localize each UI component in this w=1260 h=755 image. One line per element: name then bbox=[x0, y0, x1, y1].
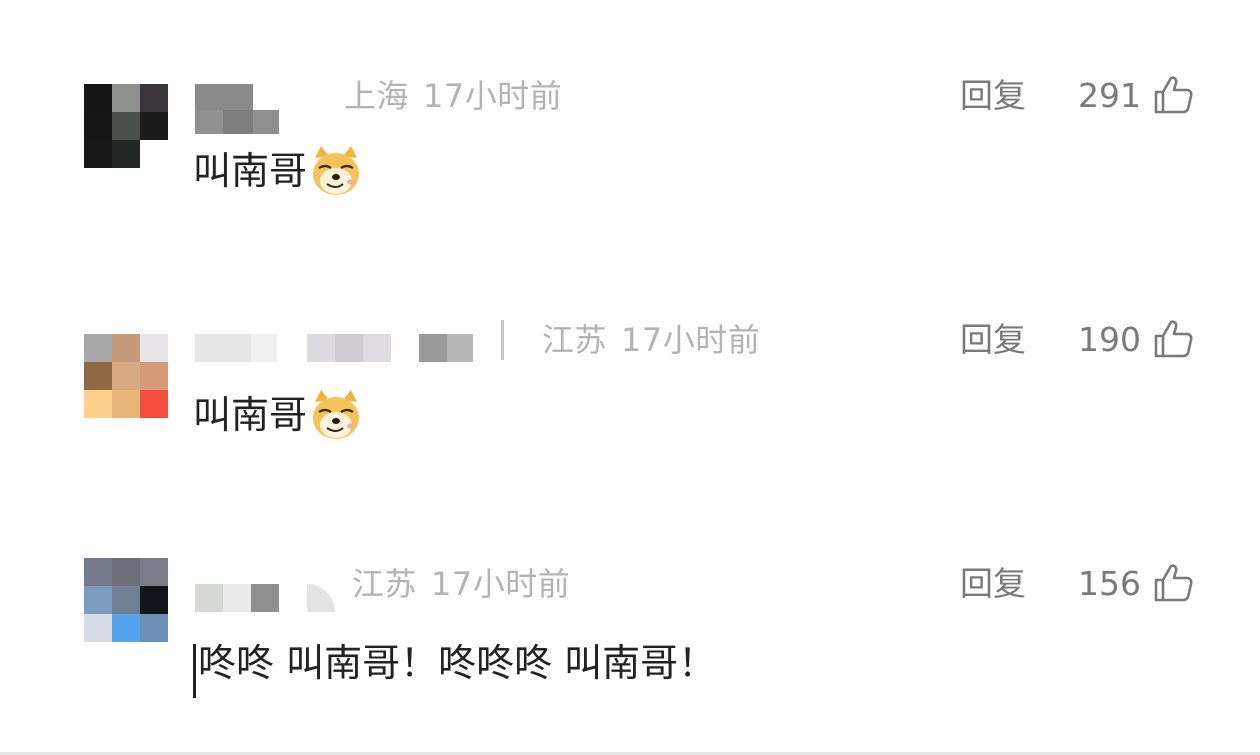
comment-time: 17小时前 bbox=[621, 321, 761, 359]
thumbs-up-icon[interactable] bbox=[1152, 318, 1194, 360]
comment-text-content: 叫南哥 bbox=[193, 393, 308, 437]
thumbs-up-icon[interactable] bbox=[1152, 562, 1194, 604]
username[interactable] bbox=[195, 584, 345, 636]
reply-button[interactable]: 回复 bbox=[960, 320, 1026, 360]
username[interactable] bbox=[195, 320, 525, 386]
comment-location: 江苏 bbox=[352, 565, 418, 603]
like-count: 156 bbox=[1078, 564, 1141, 603]
like-count: 190 bbox=[1078, 320, 1141, 359]
comment-meta: 江苏 17小时前 bbox=[352, 564, 570, 604]
comment-item: 江苏 17小时前 回复 156 咚咚 叫南哥！咚咚咚 叫南哥！ bbox=[0, 0, 1260, 698]
comment-text: 叫南哥 bbox=[193, 388, 363, 442]
reply-button[interactable]: 回复 bbox=[960, 564, 1026, 604]
avatar[interactable] bbox=[84, 334, 168, 418]
avatar[interactable] bbox=[84, 558, 168, 642]
text-cursor bbox=[193, 644, 196, 698]
comment-time: 17小时前 bbox=[431, 565, 571, 603]
comment-meta: 江苏 17小时前 bbox=[542, 320, 760, 360]
comment-location: 江苏 bbox=[542, 321, 608, 359]
comment-text: 咚咚 叫南哥！咚咚咚 叫南哥！ bbox=[193, 636, 717, 698]
comment-text-content: 咚咚 叫南哥！咚咚咚 叫南哥！ bbox=[198, 641, 717, 685]
doge-emoji-icon bbox=[313, 390, 360, 439]
